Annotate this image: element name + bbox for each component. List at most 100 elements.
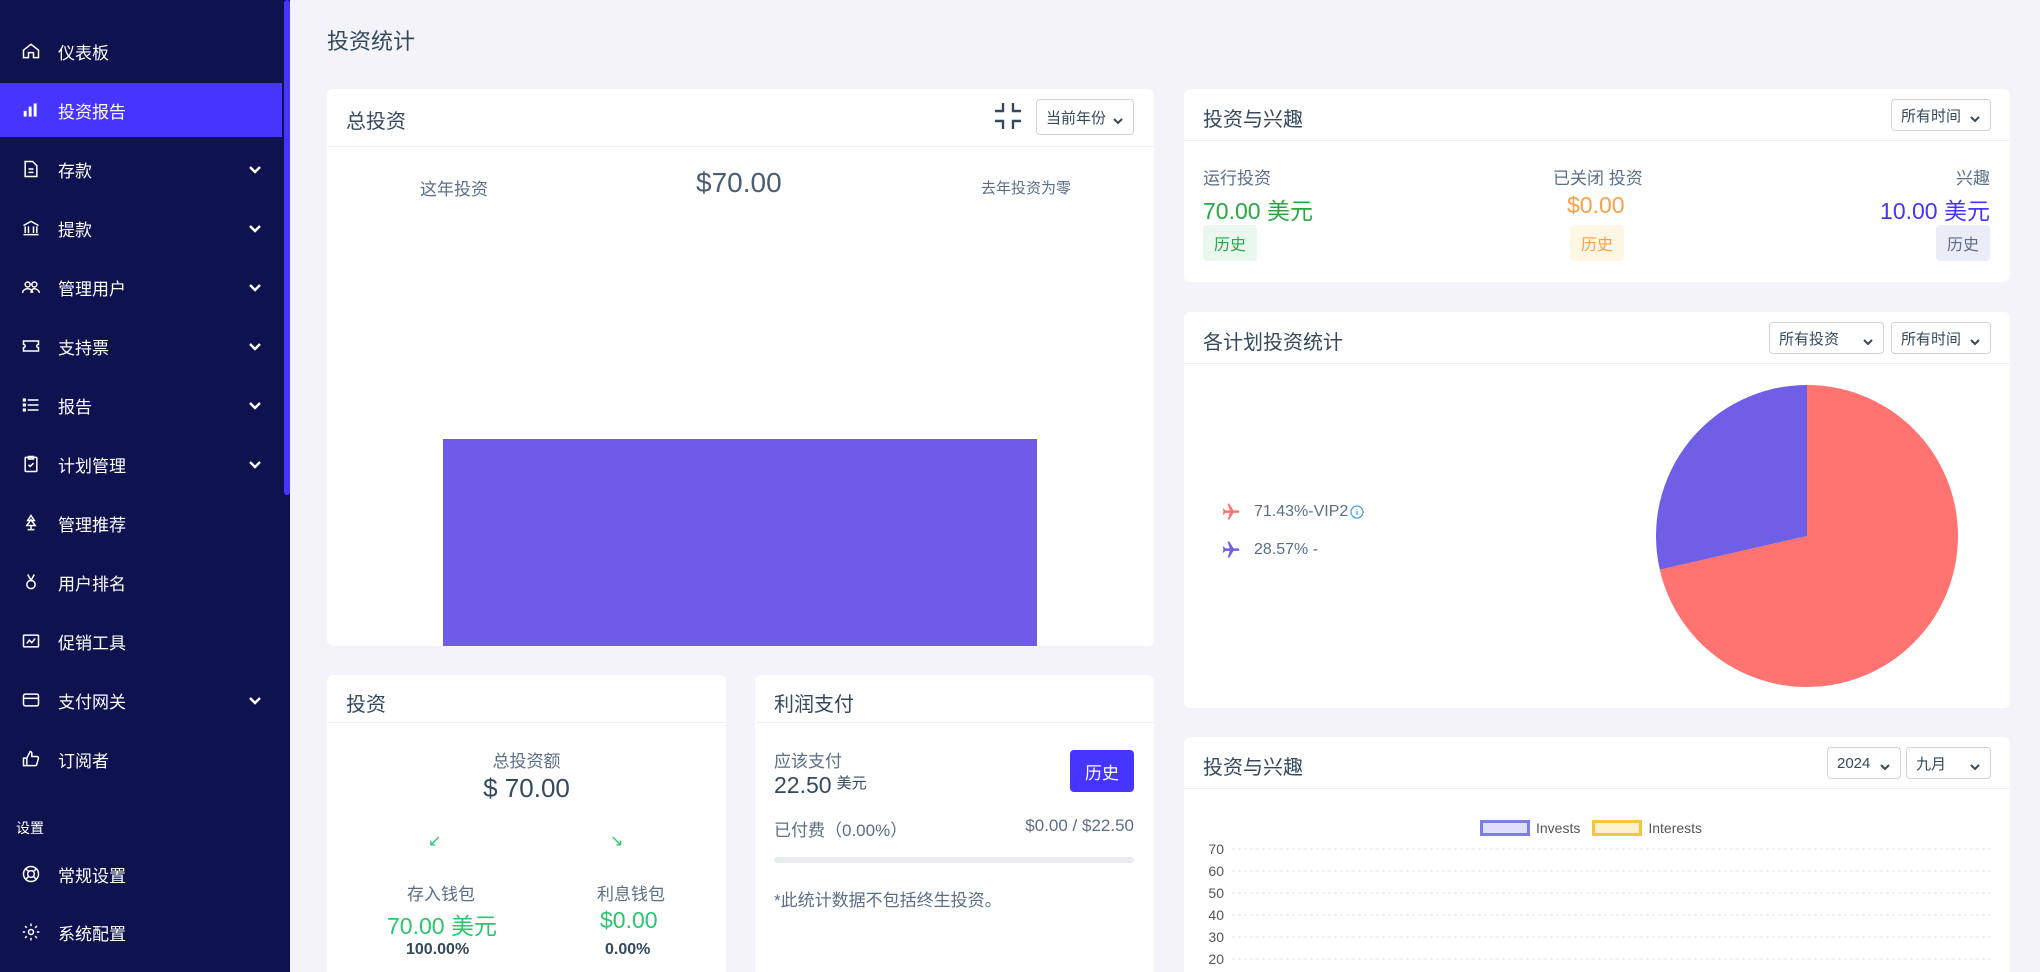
card-header: 投资 [327, 675, 726, 723]
home-icon [20, 40, 42, 62]
collapse-icon[interactable] [993, 101, 1023, 131]
bank-icon [20, 217, 42, 239]
sidebar-item-label: 仪表板 [58, 43, 109, 63]
profit-payment-card: 利润支付 应该支付 22.50 美元 历史 已付费（0.00%） $0.00 /… [755, 675, 1154, 972]
invest-filter-value: 所有投资 [1779, 330, 1840, 348]
interest-label: 兴趣 [1956, 169, 1990, 188]
paid-label: 已付费（0.00%） [774, 821, 908, 840]
sidebar-item-5[interactable]: 支持票 [0, 319, 282, 373]
tree-icon [20, 512, 42, 534]
invest-filter-select[interactable]: 所有投资 [1769, 322, 1884, 354]
sidebar-item-label: 常规设置 [58, 866, 126, 886]
card-header: 投资与兴趣 所有时间 [1184, 89, 2010, 141]
legend-label: 28.57% - [1254, 541, 1319, 558]
sidebar-item-label: 支付网关 [58, 692, 126, 712]
chevron-down-icon [248, 338, 262, 352]
chevron-down-icon [248, 220, 262, 234]
chart-legend: Invests Interests [1480, 820, 1702, 836]
running-invest-label: 运行投资 [1203, 169, 1271, 188]
chevron-down-icon [248, 397, 262, 411]
sidebar-item-2[interactable]: 存款 [0, 142, 282, 196]
card-title: 总投资 [346, 111, 406, 133]
paid-progress-track [774, 857, 1134, 863]
running-history-button[interactable]: 历史 [1203, 225, 1257, 261]
sidebar-item-4[interactable]: 管理用户 [0, 260, 282, 314]
sidebar-item-1[interactable]: 投资报告 [0, 83, 282, 137]
chevron-down-icon [248, 456, 262, 470]
sidebar-item-11[interactable]: 支付网关 [0, 673, 282, 727]
month-select[interactable]: 九月 [1906, 747, 1991, 779]
interest-wallet-pct: 0.00% [605, 941, 651, 958]
invest-interest-card: 投资与兴趣 所有时间 运行投资 70.00 美元 历史 已关闭 投资 $0.00… [1184, 89, 2010, 282]
running-invest-value: 70.00 美元 [1203, 198, 1313, 224]
sidebar-item-6[interactable]: 报告 [0, 378, 282, 432]
year-select-value: 当前年份 [1046, 109, 1107, 127]
y-tick-label: 30 [1208, 929, 1224, 945]
chevron-down-icon [1970, 759, 1980, 771]
y-tick-label: 20 [1208, 951, 1224, 967]
history-button[interactable]: 历史 [1070, 750, 1134, 792]
chevron-down-icon [1113, 113, 1123, 125]
users-icon [20, 276, 42, 298]
sidebar-item-label: 订阅者 [58, 751, 109, 771]
should-pay-unit: 美元 [836, 775, 867, 792]
card-title: 利润支付 [774, 694, 854, 716]
interest-history-button[interactable]: 历史 [1936, 225, 1990, 261]
invest-bar [443, 439, 1037, 646]
y-axis: 70 60 50 40 30 20 [1208, 841, 1990, 967]
year-select[interactable]: 2024 [1827, 747, 1901, 779]
sidebar-item-0[interactable]: 仪表板 [0, 24, 282, 78]
should-pay-label: 应该支付 [774, 752, 842, 771]
credit-card-icon [20, 689, 42, 711]
sidebar-settings-item-1[interactable]: 系统配置 [0, 905, 282, 959]
legend-label: 71.43%-VIP2 [1254, 503, 1349, 520]
card-header: 各计划投资统计 所有投资 所有时间 [1184, 312, 2010, 364]
interest-wallet-value: $0.00 [600, 907, 658, 933]
legend-label-interests: Interests [1648, 820, 1703, 836]
sidebar-item-12[interactable]: 订阅者 [0, 732, 282, 786]
sidebar-item-10[interactable]: 促销工具 [0, 614, 282, 668]
sidebar-scrollbar[interactable] [284, 0, 290, 495]
time-select[interactable]: 所有时间 [1891, 322, 1991, 354]
medal-icon [20, 571, 42, 593]
sidebar-item-label: 提款 [58, 220, 92, 240]
sidebar-item-label: 存款 [58, 161, 92, 181]
closed-invest-value: $0.00 [1567, 192, 1625, 218]
card-header: 总投资 当前年份 [327, 89, 1154, 147]
interest-value: 10.00 美元 [1880, 198, 1990, 224]
bar-chart-icon [20, 99, 42, 121]
this-year-label: 这年投资 [420, 180, 488, 199]
promo-icon [20, 630, 42, 652]
chevron-down-icon [1880, 759, 1890, 771]
sidebar-item-label: 用户排名 [58, 574, 126, 594]
stats-note: *此统计数据不包括终生投资。 [774, 891, 1002, 910]
thumbs-up-icon [20, 748, 42, 770]
sidebar-item-3[interactable]: 提款 [0, 201, 282, 255]
legend-swatch-invests [1480, 820, 1530, 836]
chevron-down-icon [1863, 334, 1873, 346]
chevron-down-icon [248, 692, 262, 706]
lifebuoy-icon [20, 863, 42, 885]
total-amount: $70.00 [696, 167, 782, 198]
chevron-down-icon [1970, 111, 1980, 123]
sidebar-item-9[interactable]: 用户排名 [0, 555, 282, 609]
time-select-value: 所有时间 [1901, 107, 1962, 125]
closed-history-button[interactable]: 历史 [1570, 225, 1624, 261]
deposit-icon [20, 158, 42, 180]
year-select[interactable]: 当前年份 [1036, 99, 1134, 135]
card-title: 投资 [346, 694, 386, 716]
legend-swatch-interests [1592, 820, 1643, 836]
time-select[interactable]: 所有时间 [1891, 99, 1991, 131]
arrow-down-left-icon: ↙ [428, 833, 442, 850]
sidebar-settings-item-0[interactable]: 常规设置 [0, 847, 282, 901]
plan-stats-card: 各计划投资统计 所有投资 所有时间 71.43%-VIP2 28.57% - [1184, 312, 2010, 708]
info-icon[interactable] [1350, 505, 1364, 519]
invest-card: 投资 总投资额 $ 70.00 ↙ ↘ 存入钱包 70.00 美元 100.00… [327, 675, 726, 972]
legend-label-invests: Invests [1536, 820, 1581, 836]
chevron-down-icon [248, 279, 262, 293]
legend-item-vip2: 71.43%-VIP2 [1220, 502, 1364, 522]
sidebar-item-label: 投资报告 [58, 102, 126, 122]
sidebar-item-8[interactable]: 管理推荐 [0, 496, 282, 550]
total-invest-card: 总投资 当前年份 这年投资 $70.00 去年投资为零 [327, 89, 1154, 646]
sidebar-item-7[interactable]: 计划管理 [0, 437, 282, 491]
